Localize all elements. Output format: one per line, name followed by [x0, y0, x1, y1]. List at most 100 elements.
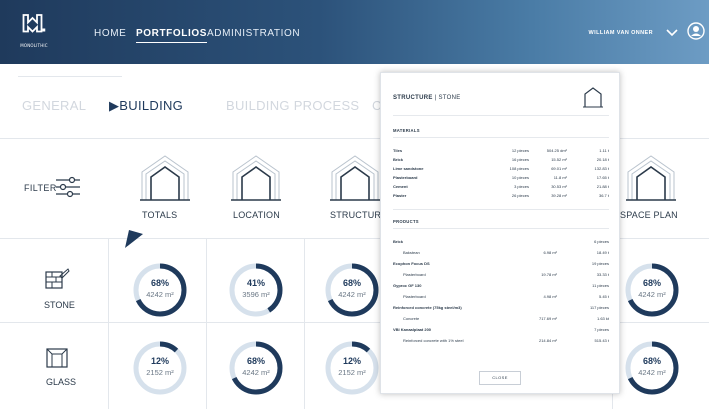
- divider: [0, 138, 380, 139]
- material-row: Tiles 12 pieces 504.25 dm² 1.11 t: [393, 148, 609, 156]
- donut-area: 2152 m²: [146, 368, 174, 377]
- donut-percent: 12%: [150, 356, 169, 366]
- window-icon: [45, 347, 71, 369]
- logo-text: MONOLITHIC: [20, 43, 48, 48]
- material-area: 69.01 m²: [551, 166, 567, 171]
- divider: [206, 238, 207, 409]
- product-count: 7 pieces: [594, 327, 609, 332]
- product-row: Ecophon Focus DS 19 pieces: [393, 261, 609, 269]
- donut-chart[interactable]: 68% 4242 m²: [324, 262, 380, 318]
- material-weight: 132.83 t: [594, 166, 609, 171]
- category-structure[interactable]: STRUCTURE: [330, 210, 387, 220]
- product-count: 6 pieces: [594, 239, 609, 244]
- product-sub-name: Bakstean: [403, 250, 420, 255]
- product-sub-area: 214.84 m²: [538, 338, 557, 343]
- divider: [393, 137, 609, 138]
- material-weight: 17.65 t: [596, 175, 609, 180]
- material-row: Plasterboard 10 pieces 11.8 m² 17.65 t: [393, 175, 609, 183]
- divider: [304, 238, 305, 409]
- chevron-down-icon[interactable]: [665, 25, 679, 39]
- divider: [0, 322, 380, 323]
- nav-administration[interactable]: ADMINISTRATION: [207, 28, 300, 39]
- material-area: 15.52 m²: [551, 157, 567, 162]
- close-button[interactable]: CLOSE: [479, 371, 521, 385]
- popup-title-material: | STONE: [432, 95, 461, 101]
- tab-building[interactable]: ▶BUILDING: [109, 98, 183, 114]
- product-subrow: Concrete 717.69 m² 1.63 kt: [393, 316, 609, 324]
- donut-area: 4242 m²: [338, 290, 366, 299]
- user-icon[interactable]: [687, 22, 705, 40]
- donut-area: 3596 m²: [242, 290, 270, 299]
- user-name[interactable]: WILLIAM VAN ONNER: [589, 30, 653, 36]
- pointer-arrow-icon: [123, 228, 145, 250]
- product-name: Reinforced concrete (75kg steel/m3): [393, 305, 462, 310]
- product-sub-name: Plasterboard: [403, 272, 426, 277]
- donut-percent: 41%: [246, 278, 265, 288]
- donut-chart[interactable]: 68% 4242 m²: [624, 262, 680, 318]
- products-title: PRODUCTS: [393, 219, 419, 224]
- material-qty: 12 pieces: [511, 148, 529, 153]
- house-icon[interactable]: [326, 150, 380, 208]
- house-icon[interactable]: [622, 150, 680, 208]
- donut-percent: 68%: [642, 356, 661, 366]
- product-count: 19 pieces: [591, 261, 609, 266]
- product-sub-area: 19.78 m²: [541, 272, 557, 277]
- product-name: Brick: [393, 239, 404, 244]
- materials-title: MATERIALS: [393, 128, 420, 133]
- divider: [620, 138, 709, 139]
- tab-general[interactable]: GENERAL: [22, 98, 86, 113]
- donut-chart[interactable]: 12% 2152 m²: [324, 340, 380, 396]
- donut-percent: 12%: [342, 356, 361, 366]
- material-name: Brick: [393, 157, 404, 162]
- material-name: Lime sandstone: [393, 166, 424, 171]
- donut-chart[interactable]: 68% 4242 m²: [624, 340, 680, 396]
- category-location[interactable]: LOCATION: [233, 210, 280, 220]
- product-name: Ecophon Focus DS: [393, 261, 430, 266]
- donut-percent: 68%: [342, 278, 361, 288]
- stone-wall-icon: [44, 268, 70, 290]
- structure-detail-popup: STRUCTURE | STONE MATERIALS Tiles 12 piec…: [380, 72, 620, 394]
- donut-chart[interactable]: 12% 2152 m²: [132, 340, 188, 396]
- product-sub-weight: 515.43 t: [594, 338, 609, 343]
- donut-chart[interactable]: 68% 4242 m²: [228, 340, 284, 396]
- row-label-stone: STONE: [44, 300, 75, 310]
- donut-area: 4242 m²: [638, 290, 666, 299]
- tab-underline: [18, 76, 122, 77]
- divider: [108, 238, 109, 409]
- tab-building-process[interactable]: BUILDING PROCESS: [226, 98, 359, 113]
- product-name: Gyproc GF 130: [393, 283, 422, 288]
- material-weight: 36.7 t: [598, 193, 609, 198]
- donut-chart[interactable]: 41% 3596 m²: [228, 262, 284, 318]
- house-icon: [583, 85, 603, 109]
- material-area: 504.25 dm²: [546, 148, 567, 153]
- nav-portfolios[interactable]: PORTFOLIOS: [136, 28, 207, 43]
- product-sub-name: Reinforced concrete with 1% steel: [403, 338, 464, 343]
- material-qty: 10 pieces: [511, 175, 529, 180]
- divider: [620, 238, 709, 239]
- product-row: Brick 6 pieces: [393, 239, 609, 247]
- material-weight: 20.18 t: [596, 157, 609, 162]
- product-count: 11 pieces: [592, 283, 609, 288]
- divider: [393, 228, 609, 229]
- product-row: Reinforced concrete (75kg steel/m3) 117 p…: [393, 305, 609, 313]
- category-space-plan[interactable]: SPACE PLAN: [620, 210, 678, 220]
- divider: [0, 238, 380, 239]
- material-qty: 3 pieces: [514, 184, 529, 189]
- donut-percent: 68%: [642, 278, 661, 288]
- house-icon[interactable]: [136, 150, 194, 208]
- house-icon[interactable]: [227, 150, 285, 208]
- donut-chart[interactable]: 68% 4242 m²: [132, 262, 188, 318]
- material-name: Plaster: [393, 193, 407, 198]
- material-qty: 26 pieces: [511, 193, 529, 198]
- donut-percent: 68%: [150, 278, 169, 288]
- material-area: 30.53 m²: [551, 184, 567, 189]
- product-sub-name: Plasterboard: [403, 294, 426, 299]
- logo-icon[interactable]: MONOLITHIC: [14, 12, 54, 52]
- category-totals[interactable]: TOTALS: [142, 210, 177, 220]
- product-subrow: Bakstean 6.98 m² 18.49 t: [393, 250, 609, 258]
- nav-home[interactable]: HOME: [94, 28, 126, 39]
- divider: [393, 209, 609, 210]
- filter-label: FILTER: [24, 183, 57, 193]
- filter-sliders-icon[interactable]: [54, 176, 82, 198]
- product-sub-area: 717.69 m²: [538, 316, 557, 321]
